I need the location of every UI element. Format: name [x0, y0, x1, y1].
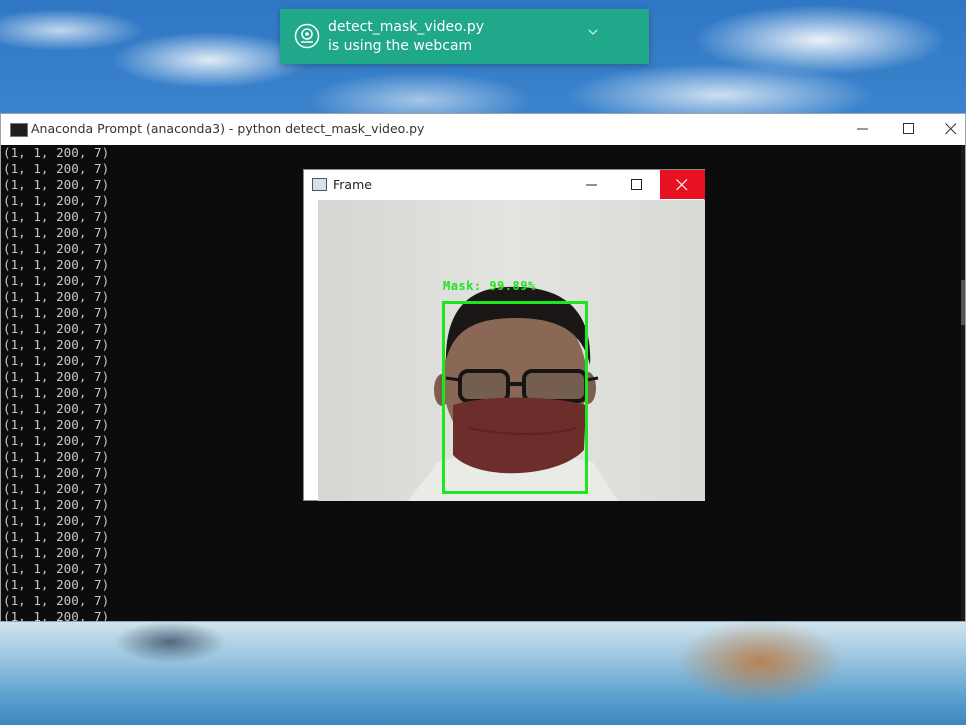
- console-app-icon: [10, 123, 28, 137]
- mask-detection-box: [442, 301, 588, 494]
- scrollbar-thumb[interactable]: [961, 280, 965, 325]
- frame-window[interactable]: Frame: [303, 169, 705, 501]
- console-maximize-button[interactable]: [887, 114, 933, 145]
- webcam-icon: [294, 23, 320, 49]
- frame-app-icon: [312, 178, 327, 191]
- frame-titlebar[interactable]: Frame: [304, 170, 704, 199]
- maximize-icon: [631, 179, 643, 191]
- close-icon: [676, 179, 688, 191]
- console-titlebar[interactable]: Anaconda Prompt (anaconda3) - python det…: [1, 114, 965, 145]
- maximize-icon: [903, 123, 915, 135]
- console-close-button[interactable]: [929, 114, 966, 145]
- close-icon: [945, 123, 957, 135]
- console-line: (1, 1, 200, 7): [3, 513, 943, 529]
- minimize-icon: [586, 179, 598, 191]
- console-line: (1, 1, 200, 7): [3, 609, 943, 621]
- frame-minimize-button[interactable]: [570, 170, 615, 199]
- minimize-icon: [857, 123, 869, 135]
- console-window-title: Anaconda Prompt (anaconda3) - python det…: [31, 121, 424, 136]
- console-line: (1, 1, 200, 7): [3, 145, 943, 161]
- console-line: (1, 1, 200, 7): [3, 529, 943, 545]
- frame-window-title: Frame: [333, 177, 372, 192]
- console-minimize-button[interactable]: [841, 114, 887, 145]
- notification-title: detect_mask_video.py: [328, 19, 484, 35]
- mask-detection-label: Mask: 99.89%: [443, 279, 536, 293]
- console-line: (1, 1, 200, 7): [3, 545, 943, 561]
- notification-message: is using the webcam: [328, 38, 472, 54]
- console-line: (1, 1, 200, 7): [3, 577, 943, 593]
- console-line: (1, 1, 200, 7): [3, 561, 943, 577]
- webcam-video-feed: Mask: 99.89%: [318, 200, 705, 501]
- webcam-notification[interactable]: detect_mask_video.py is using the webcam: [280, 9, 649, 64]
- frame-maximize-button[interactable]: [615, 170, 660, 199]
- console-scrollbar[interactable]: [961, 145, 965, 621]
- console-line: (1, 1, 200, 7): [3, 593, 943, 609]
- wallpaper-water-reflection: [0, 622, 966, 725]
- frame-close-button[interactable]: [660, 170, 705, 199]
- chevron-down-icon[interactable]: [586, 25, 600, 39]
